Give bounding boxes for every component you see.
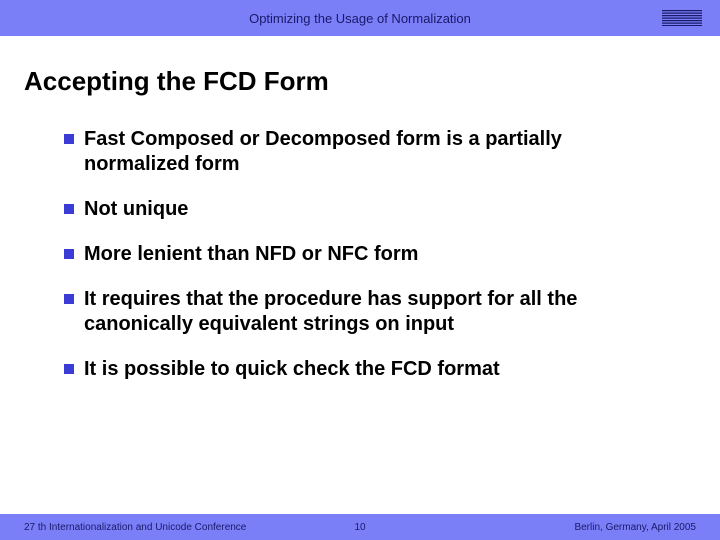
- list-item: It requires that the procedure has suppo…: [64, 287, 696, 337]
- footer-page-number: 10: [354, 522, 365, 533]
- bullet-marker-icon: [64, 364, 74, 374]
- ibm-logo-svg: [662, 10, 702, 26]
- bullet-text: Not unique: [84, 197, 188, 222]
- bullet-marker-icon: [64, 294, 74, 304]
- bullet-list: Fast Composed or Decomposed form is a pa…: [24, 127, 696, 382]
- footer-bar: 27 th Internationalization and Unicode C…: [0, 514, 720, 540]
- list-item: More lenient than NFD or NFC form: [64, 242, 696, 267]
- bullet-text: It requires that the procedure has suppo…: [84, 287, 644, 337]
- footer-left: 27 th Internationalization and Unicode C…: [24, 522, 246, 533]
- ibm-logo-icon: [662, 10, 702, 26]
- bullet-text: It is possible to quick check the FCD fo…: [84, 357, 500, 382]
- bullet-marker-icon: [64, 204, 74, 214]
- header-title: Optimizing the Usage of Normalization: [249, 11, 471, 26]
- slide: Optimizing the Usage of Normalization Ac…: [0, 0, 720, 540]
- header-bar: Optimizing the Usage of Normalization: [0, 0, 720, 36]
- bullet-text: Fast Composed or Decomposed form is a pa…: [84, 127, 644, 177]
- list-item: Not unique: [64, 197, 696, 222]
- bullet-marker-icon: [64, 249, 74, 259]
- footer-right: Berlin, Germany, April 2005: [574, 522, 696, 533]
- slide-title: Accepting the FCD Form: [24, 66, 696, 97]
- bullet-text: More lenient than NFD or NFC form: [84, 242, 418, 267]
- bullet-marker-icon: [64, 134, 74, 144]
- list-item: Fast Composed or Decomposed form is a pa…: [64, 127, 696, 177]
- slide-body: Accepting the FCD Form Fast Composed or …: [0, 36, 720, 514]
- list-item: It is possible to quick check the FCD fo…: [64, 357, 696, 382]
